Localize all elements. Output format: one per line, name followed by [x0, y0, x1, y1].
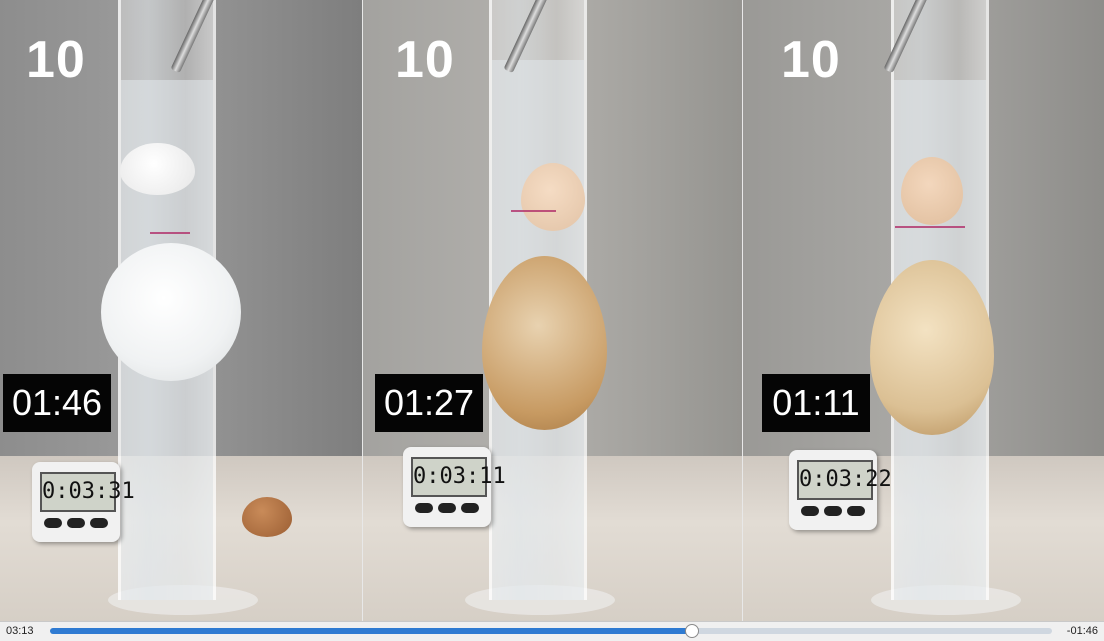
marker-line — [150, 232, 190, 234]
count-label: 10 — [781, 31, 841, 89]
panel-divider — [742, 0, 743, 621]
seek-handle[interactable] — [685, 624, 700, 638]
small-egg — [901, 157, 963, 225]
video-panel-2: 0:03:11 10 01:27 — [363, 0, 742, 621]
marker-line — [895, 226, 965, 228]
small-egg — [120, 143, 195, 195]
player-controls: 03:13 -01:46 — [0, 621, 1104, 641]
kitchen-timer: 0:03:11 — [403, 447, 506, 527]
remaining-time: -01:46 — [1066, 625, 1098, 637]
kitchen-timer: 0:03:22 — [789, 450, 892, 530]
count-label: 10 — [26, 31, 86, 89]
video-panel-3: 0:03:22 10 01:11 — [743, 0, 1104, 621]
video-panel-1: 0:03:31 10 01:46 — [0, 0, 362, 621]
raw-egg — [242, 497, 292, 537]
marker-line — [511, 210, 556, 212]
elapsed-time-badge: 01:46 — [3, 374, 111, 432]
elapsed-time-badge: 01:11 — [762, 374, 870, 432]
kitchen-timer: 0:03:31 — [32, 462, 135, 542]
swollen-egg — [101, 243, 241, 381]
small-egg — [521, 163, 585, 231]
timer-display: 0:03:11 — [411, 457, 506, 497]
elapsed-time: 03:13 — [6, 625, 34, 637]
elapsed-time-badge: 01:27 — [375, 374, 483, 432]
panel-divider — [362, 0, 363, 621]
count-label: 10 — [395, 31, 455, 89]
seek-bar[interactable] — [50, 624, 1052, 638]
seek-bar-progress — [50, 628, 692, 634]
timer-display: 0:03:22 — [797, 460, 892, 500]
video-frame[interactable]: 0:03:31 10 01:46 0:03:11 10 01:27 0:03:2… — [0, 0, 1104, 621]
timer-display: 0:03:31 — [40, 472, 135, 512]
swollen-egg — [482, 256, 607, 430]
